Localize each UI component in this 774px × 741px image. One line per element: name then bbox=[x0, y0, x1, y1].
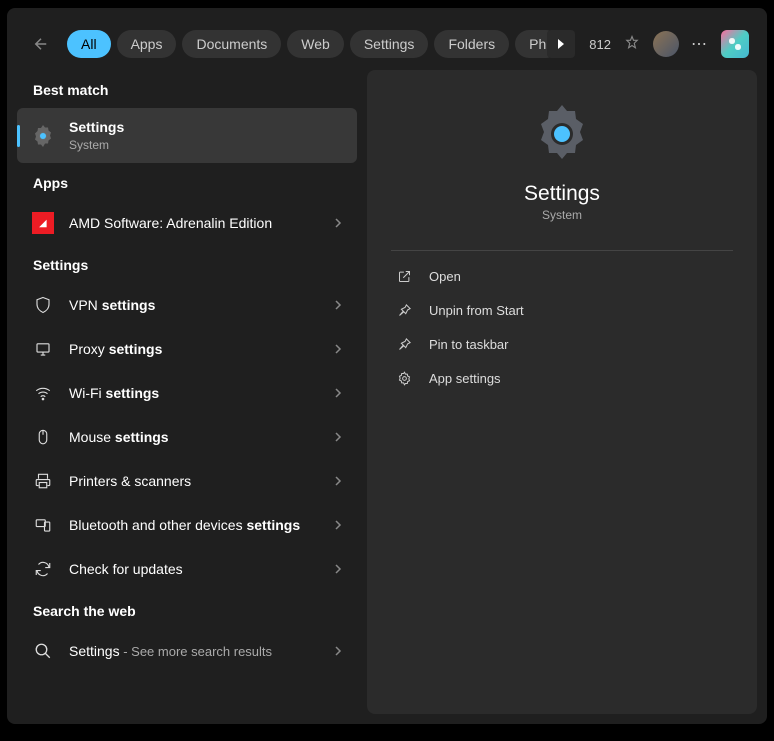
devices-icon bbox=[31, 513, 55, 537]
chevron-right-icon bbox=[333, 388, 343, 398]
action-label: App settings bbox=[429, 371, 501, 386]
action-open[interactable]: Open bbox=[391, 259, 733, 293]
pin-icon bbox=[395, 335, 413, 353]
gear-icon bbox=[395, 369, 413, 387]
result-text: Printers & scanners bbox=[69, 472, 333, 491]
result-printers-scanners[interactable]: Printers & scanners bbox=[17, 459, 357, 503]
section-search-web: Search the web bbox=[17, 591, 357, 629]
chevron-right-icon bbox=[333, 300, 343, 310]
action-label: Unpin from Start bbox=[429, 303, 524, 318]
preview-subtitle: System bbox=[391, 208, 733, 222]
section-best-match: Best match bbox=[17, 70, 357, 108]
action-label: Pin to taskbar bbox=[429, 337, 509, 352]
search-results-panel: All Apps Documents Web Settings Folders … bbox=[7, 8, 767, 724]
result-text: Wi-Fi settings bbox=[69, 384, 333, 403]
mouse-icon bbox=[31, 425, 55, 449]
result-text: VPN settings bbox=[69, 296, 333, 315]
wifi-icon bbox=[31, 381, 55, 405]
unpin-icon bbox=[395, 301, 413, 319]
result-proxy-settings[interactable]: Proxy settings bbox=[17, 327, 357, 371]
header: All Apps Documents Web Settings Folders … bbox=[7, 8, 767, 70]
chevron-right-icon bbox=[333, 564, 343, 574]
chevron-right-icon bbox=[333, 432, 343, 442]
search-icon bbox=[31, 639, 55, 663]
result-vpn-settings[interactable]: VPN settings bbox=[17, 283, 357, 327]
back-button[interactable] bbox=[25, 28, 57, 60]
copilot-icon[interactable] bbox=[721, 30, 749, 58]
proxy-icon bbox=[31, 337, 55, 361]
result-text: Bluetooth and other devices settings bbox=[69, 516, 333, 535]
tab-all[interactable]: All bbox=[67, 30, 111, 58]
user-avatar[interactable] bbox=[653, 31, 679, 57]
tab-folders[interactable]: Folders bbox=[434, 30, 509, 58]
chevron-right-icon bbox=[333, 218, 343, 228]
settings-gear-icon bbox=[31, 124, 55, 148]
action-list: Open Unpin from Start Pin to taskbar App… bbox=[391, 259, 733, 395]
chevron-right-icon bbox=[333, 476, 343, 486]
action-unpin-start[interactable]: Unpin from Start bbox=[391, 293, 733, 327]
result-text: Settings - See more search results bbox=[69, 642, 333, 661]
rewards-points[interactable]: 812 bbox=[589, 37, 611, 52]
result-mouse-settings[interactable]: Mouse settings bbox=[17, 415, 357, 459]
result-web-settings[interactable]: Settings - See more search results bbox=[17, 629, 357, 673]
preview-title: Settings bbox=[391, 182, 733, 206]
chevron-right-icon bbox=[333, 344, 343, 354]
tab-web[interactable]: Web bbox=[287, 30, 344, 58]
action-app-settings[interactable]: App settings bbox=[391, 361, 733, 395]
tabs-scroll-right[interactable] bbox=[547, 30, 575, 58]
tab-photos[interactable]: Ph bbox=[515, 30, 549, 58]
action-pin-taskbar[interactable]: Pin to taskbar bbox=[391, 327, 733, 361]
open-icon bbox=[395, 267, 413, 285]
result-wifi-settings[interactable]: Wi-Fi settings bbox=[17, 371, 357, 415]
section-apps: Apps bbox=[17, 163, 357, 201]
preview-settings-icon bbox=[530, 102, 594, 166]
result-text: Proxy settings bbox=[69, 340, 333, 359]
chevron-right-icon bbox=[333, 520, 343, 530]
amd-icon: ◢ bbox=[31, 211, 55, 235]
result-check-updates[interactable]: Check for updates bbox=[17, 547, 357, 591]
more-button[interactable]: ⋯ bbox=[691, 34, 709, 54]
result-bluetooth-devices[interactable]: Bluetooth and other devices settings bbox=[17, 503, 357, 547]
result-text: Check for updates bbox=[69, 560, 333, 579]
tab-apps[interactable]: Apps bbox=[117, 30, 177, 58]
result-settings-system[interactable]: Settings System bbox=[17, 108, 357, 163]
action-label: Open bbox=[429, 269, 461, 284]
content-area: Best match Settings System Apps ◢ AMD So… bbox=[7, 70, 767, 724]
tab-settings[interactable]: Settings bbox=[350, 30, 429, 58]
chevron-right-icon bbox=[333, 646, 343, 656]
sync-icon bbox=[31, 557, 55, 581]
divider bbox=[391, 250, 733, 251]
result-text: Settings System bbox=[69, 118, 343, 153]
filter-tabs: All Apps Documents Web Settings Folders … bbox=[67, 30, 549, 58]
rewards-icon[interactable] bbox=[623, 35, 641, 53]
result-text: AMD Software: Adrenalin Edition bbox=[69, 214, 333, 233]
tab-documents[interactable]: Documents bbox=[182, 30, 281, 58]
printer-icon bbox=[31, 469, 55, 493]
preview-panel: Settings System Open Unpin from Start Pi… bbox=[367, 70, 757, 714]
result-amd-software[interactable]: ◢ AMD Software: Adrenalin Edition bbox=[17, 201, 357, 245]
section-settings: Settings bbox=[17, 245, 357, 283]
header-right: 812 ⋯ bbox=[589, 30, 749, 58]
results-list: Best match Settings System Apps ◢ AMD So… bbox=[17, 70, 357, 714]
shield-icon bbox=[31, 293, 55, 317]
result-text: Mouse settings bbox=[69, 428, 333, 447]
